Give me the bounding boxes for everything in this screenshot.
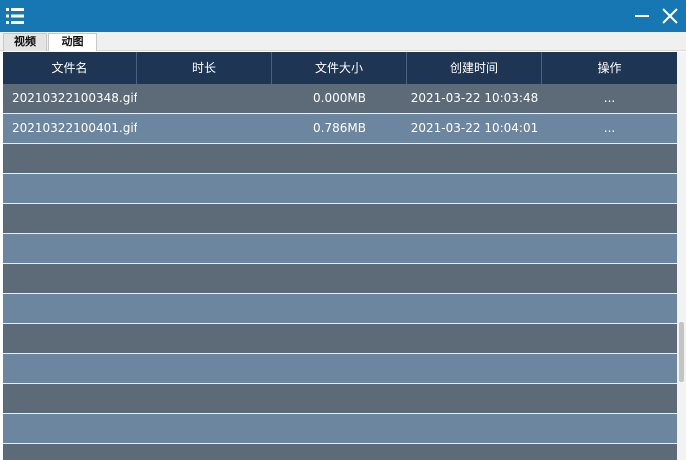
table-row[interactable]: 20210322100401.gif 0.786MB 2021-03-22 10… [3, 114, 677, 144]
empty-row [3, 354, 677, 384]
empty-row [3, 264, 677, 294]
cell-filename: 20210322100401.gif [12, 121, 137, 135]
column-header-created-time[interactable]: 创建时间 [407, 52, 542, 84]
tab-gif[interactable]: 动图 [48, 33, 97, 51]
cell-filesize: 0.000MB [313, 91, 366, 105]
scrollbar-thumb[interactable] [679, 322, 684, 382]
title-bar [0, 0, 686, 32]
tab-bar: 视频 动图 [0, 32, 686, 51]
cell-created-time: 2021-03-22 10:03:48 [410, 91, 539, 105]
table-header: 文件名 时长 文件大小 创建时间 操作 [3, 52, 677, 84]
column-header-filename[interactable]: 文件名 [3, 52, 137, 84]
empty-row [3, 204, 677, 234]
table-row[interactable]: 20210322100348.gif 0.000MB 2021-03-22 10… [3, 84, 677, 114]
column-header-duration[interactable]: 时长 [137, 52, 272, 84]
empty-row [3, 324, 677, 354]
column-header-action[interactable]: 操作 [542, 52, 677, 84]
empty-row [3, 294, 677, 324]
menu-list-icon[interactable] [5, 6, 25, 26]
row-action-button[interactable]: ... [542, 114, 677, 143]
empty-row [3, 414, 677, 444]
row-action-button[interactable]: ... [542, 84, 677, 113]
close-icon[interactable] [660, 6, 680, 26]
empty-row [3, 444, 677, 460]
file-table: 文件名 时长 文件大小 创建时间 操作 20210322100348.gif 0… [3, 52, 677, 460]
minimize-icon[interactable] [632, 6, 652, 26]
cell-filesize: 0.786MB [313, 121, 366, 135]
empty-row [3, 384, 677, 414]
table-body: 20210322100348.gif 0.000MB 2021-03-22 10… [3, 84, 677, 460]
column-header-filesize[interactable]: 文件大小 [272, 52, 407, 84]
empty-row [3, 144, 677, 174]
cell-created-time: 2021-03-22 10:04:01 [410, 121, 539, 135]
tab-video[interactable]: 视频 [3, 33, 47, 51]
cell-duration [137, 84, 272, 113]
empty-row [3, 174, 677, 204]
empty-row [3, 234, 677, 264]
vertical-scrollbar[interactable] [677, 52, 686, 460]
cell-duration [137, 114, 272, 143]
cell-filename: 20210322100348.gif [12, 91, 137, 105]
